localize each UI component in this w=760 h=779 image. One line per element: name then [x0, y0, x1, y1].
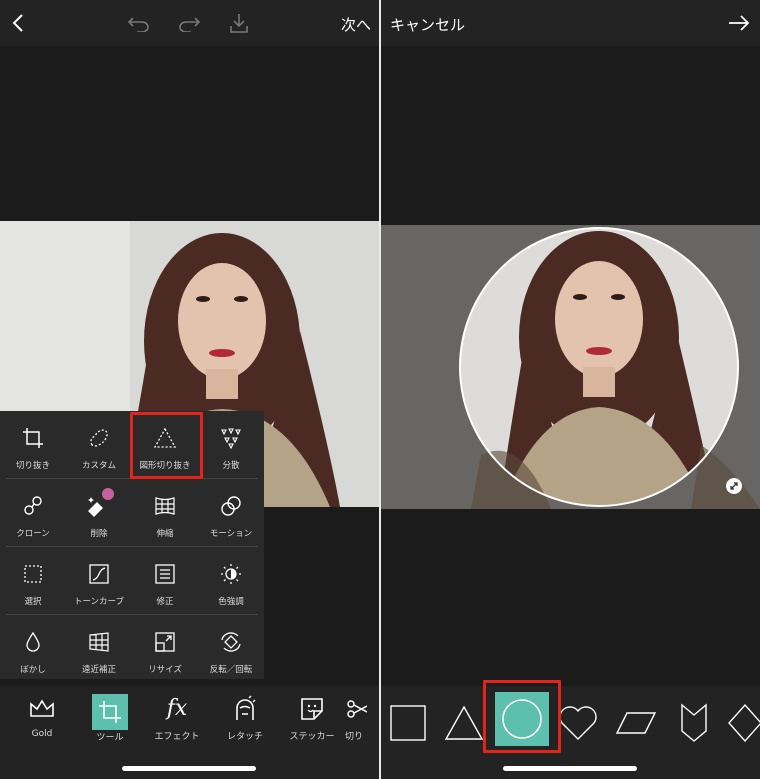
- crop-icon: [23, 428, 43, 448]
- fx-icon: fx: [166, 696, 188, 721]
- tool-perspective[interactable]: 遠近補正: [66, 615, 132, 682]
- crop-icon: [99, 701, 121, 723]
- tools-tab-active-bg: [92, 694, 128, 730]
- tab-retouch[interactable]: レタッチ: [215, 694, 275, 742]
- screenshot-composite: 次へ 切り抜き カスタム 図形切り抜き 分散 クローン 削除 伸縮 モーション …: [0, 0, 760, 779]
- tool-label: 選択: [24, 597, 42, 607]
- tool-label: トーンカーブ: [73, 597, 125, 607]
- diamond-icon: [728, 703, 760, 743]
- tools-row-3: 選択 トーンカーブ 修正 色強調: [0, 547, 264, 614]
- cancel-button[interactable]: キャンセル: [390, 14, 465, 35]
- tab-label: ツール: [96, 733, 124, 743]
- crown-icon: [30, 699, 54, 717]
- editor-panel-shape-crop: キャンセル: [381, 0, 760, 779]
- shape-diamond[interactable]: [727, 698, 760, 748]
- tool-label: 遠近補正: [81, 665, 116, 675]
- tool-label: ぼかし: [20, 665, 46, 675]
- home-indicator: [122, 766, 256, 771]
- tool-disperse[interactable]: 分散: [198, 411, 264, 478]
- tool-select[interactable]: 選択: [0, 547, 66, 614]
- premium-crown-badge: [100, 486, 116, 502]
- tool-label: リサイズ: [148, 665, 182, 675]
- scissors-icon: [347, 700, 367, 718]
- tool-stretch[interactable]: 伸縮: [132, 479, 198, 546]
- tool-adjust[interactable]: 修正: [132, 547, 198, 614]
- tools-row-2: クローン 削除 伸縮 モーション: [0, 479, 264, 546]
- tool-label: 分散: [222, 461, 240, 471]
- tab-cutout-partial[interactable]: 切り: [345, 694, 379, 742]
- tool-label: 反転／回転: [209, 665, 253, 675]
- square-icon: [390, 705, 426, 741]
- stretch-grid-icon: [155, 497, 175, 515]
- shape-square[interactable]: [383, 698, 433, 748]
- highlight-box: [483, 680, 561, 753]
- chevron-shape-icon: [681, 703, 707, 742]
- shape-triangle[interactable]: [439, 698, 489, 748]
- home-indicator: [503, 766, 637, 771]
- tab-label: 切り: [345, 732, 364, 742]
- highlight-box: [130, 412, 203, 479]
- back-chevron-icon[interactable]: [8, 12, 28, 34]
- tool-color-enhance[interactable]: 色強調: [198, 547, 264, 614]
- download-icon[interactable]: [227, 11, 251, 35]
- tool-label: 色強調: [218, 597, 244, 607]
- motion-icon: [221, 496, 241, 516]
- tool-motion[interactable]: モーション: [198, 479, 264, 546]
- editor-panel-tools: 次へ 切り抜き カスタム 図形切り抜き 分散 クローン 削除 伸縮 モーション …: [0, 0, 379, 779]
- tab-label: レタッチ: [226, 732, 263, 742]
- select-icon: [24, 565, 42, 583]
- tool-label: 伸縮: [156, 529, 174, 539]
- perspective-icon: [89, 632, 109, 652]
- tool-label: 修正: [156, 597, 174, 607]
- tools-row-4: ぼかし 遠近補正 リサイズ 反転／回転: [0, 615, 264, 682]
- arrow-right-icon[interactable]: [727, 13, 751, 33]
- adjust-icon: [155, 564, 175, 584]
- resize-icon: [155, 632, 175, 652]
- tab-label: エフェクト: [154, 732, 200, 742]
- clone-icon: [24, 496, 42, 515]
- heart-icon: [559, 706, 597, 740]
- top-bar: キャンセル: [381, 0, 760, 46]
- undo-icon[interactable]: [126, 12, 152, 34]
- parallelogram-icon: [615, 712, 657, 734]
- tool-label: 削除: [90, 529, 108, 539]
- tab-label: ステッカー: [289, 732, 335, 742]
- bottom-toolbar: Gold ツール fx エフェクト レタッチ ステッカー 切り: [0, 686, 379, 779]
- shape-chevron[interactable]: [669, 698, 719, 748]
- tab-effects[interactable]: fx エフェクト: [147, 694, 207, 742]
- shape-picker: [381, 686, 760, 779]
- top-bar: 次へ: [0, 0, 379, 46]
- photo-canvas[interactable]: [381, 225, 760, 509]
- tool-label: カスタム: [81, 461, 116, 471]
- tool-blur[interactable]: ぼかし: [0, 615, 66, 682]
- flip-rotate-icon: [221, 632, 241, 652]
- tool-custom[interactable]: カスタム: [66, 411, 132, 478]
- tab-sticker[interactable]: ステッカー: [282, 694, 342, 742]
- tab-label: Gold: [31, 729, 53, 739]
- tool-resize[interactable]: リサイズ: [132, 615, 198, 682]
- tool-label: クローン: [16, 529, 50, 539]
- disperse-icon: [221, 428, 241, 449]
- tool-clone[interactable]: クローン: [0, 479, 66, 546]
- tool-flip-rotate[interactable]: 反転／回転: [198, 615, 264, 682]
- redo-icon[interactable]: [176, 12, 202, 34]
- tool-tone-curve[interactable]: トーンカーブ: [66, 547, 132, 614]
- next-button[interactable]: 次へ: [341, 14, 371, 35]
- shape-parallelogram[interactable]: [611, 698, 661, 748]
- tab-gold[interactable]: Gold: [12, 694, 72, 739]
- triangle-icon: [444, 705, 484, 740]
- tone-curve-icon: [89, 564, 109, 584]
- resize-handle-icon[interactable]: [726, 478, 742, 494]
- drop-icon: [26, 631, 40, 652]
- custom-cut-icon: [90, 429, 108, 447]
- tool-label: 切り抜き: [15, 461, 50, 471]
- retouch-face-icon: [236, 695, 256, 720]
- tool-remove[interactable]: 削除: [66, 479, 132, 546]
- tool-crop[interactable]: 切り抜き: [0, 411, 66, 478]
- tool-label: モーション: [209, 529, 253, 539]
- sticker-icon: [301, 698, 323, 720]
- portrait-photo-masked: [381, 225, 760, 509]
- tab-tools[interactable]: ツール: [80, 694, 140, 743]
- color-enhance-icon: [221, 564, 241, 584]
